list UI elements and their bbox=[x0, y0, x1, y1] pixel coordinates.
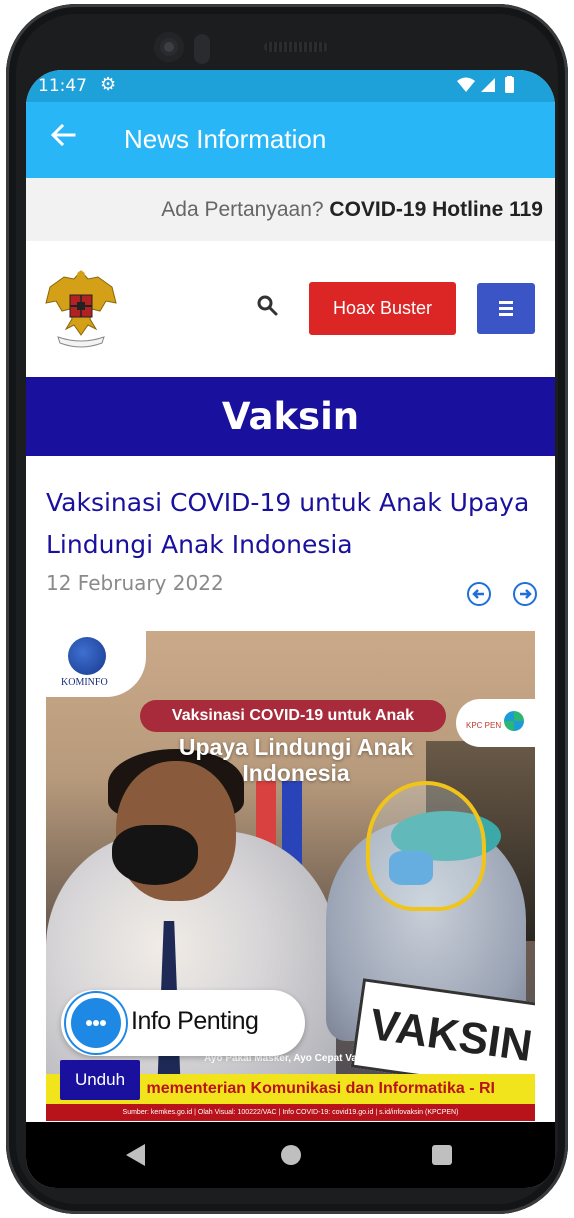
arrow-circle-right-icon[interactable] bbox=[513, 582, 537, 606]
gear-icon: ⚙ bbox=[100, 74, 117, 95]
info-penting-button[interactable]: Info Penting bbox=[61, 990, 305, 1056]
system-nav-bar bbox=[26, 1122, 555, 1188]
front-camera bbox=[154, 32, 184, 62]
kominfo-logo: KOMINFO bbox=[46, 631, 146, 697]
search-icon[interactable] bbox=[256, 294, 280, 318]
nav-recent-icon[interactable] bbox=[432, 1145, 452, 1165]
article-date: 12 February 2022 bbox=[46, 571, 224, 595]
hotline-number[interactable]: COVID-19 Hotline 119 bbox=[329, 198, 543, 221]
nav-home-icon[interactable] bbox=[281, 1145, 301, 1165]
earpiece-speaker bbox=[264, 42, 328, 52]
app-bar-title: News Information bbox=[124, 124, 327, 154]
arrow-circle-left-icon[interactable] bbox=[467, 582, 491, 606]
ellipsis-icon bbox=[66, 993, 126, 1053]
garuda-pancasila-logo[interactable] bbox=[44, 265, 118, 349]
proximity-sensor bbox=[194, 34, 210, 64]
status-time: 11:47 bbox=[38, 76, 87, 96]
app-bar: News Information bbox=[26, 102, 555, 178]
section-title: Vaksin bbox=[26, 377, 555, 456]
kpc-pen-logo: KPC PEN bbox=[456, 699, 535, 747]
hamburger-menu-icon[interactable] bbox=[477, 283, 535, 334]
article-title: Vaksinasi COVID-19 untuk Anak Upaya Lind… bbox=[46, 488, 530, 559]
wifi-signal-battery-icons bbox=[457, 76, 514, 93]
hero-source: Sumber: kemkes.go.id | Olah Visual: 1002… bbox=[46, 1104, 535, 1121]
info-penting-label: Info Penting bbox=[131, 1007, 259, 1035]
hero-headline: Upaya Lindungi Anak Indonesia bbox=[178, 734, 414, 786]
phone-screen: 11:47 ⚙ News Information Ada Pertanyaan?… bbox=[26, 70, 555, 1188]
site-header: Hoax Buster bbox=[26, 241, 555, 377]
hotline-question: Ada Pertanyaan? bbox=[161, 198, 324, 221]
hero-pill: Vaksinasi COVID-19 untuk Anak bbox=[140, 700, 446, 732]
arrow-left-icon[interactable] bbox=[50, 122, 78, 150]
status-bar: 11:47 ⚙ bbox=[26, 70, 555, 102]
nav-back-icon[interactable] bbox=[126, 1144, 145, 1166]
hoax-buster-button[interactable]: Hoax Buster bbox=[309, 282, 456, 335]
unduh-button[interactable]: Unduh bbox=[60, 1060, 140, 1100]
status-indicators bbox=[457, 76, 519, 98]
hotline-bar: Ada Pertanyaan? COVID-19 Hotline 119 bbox=[26, 178, 555, 241]
